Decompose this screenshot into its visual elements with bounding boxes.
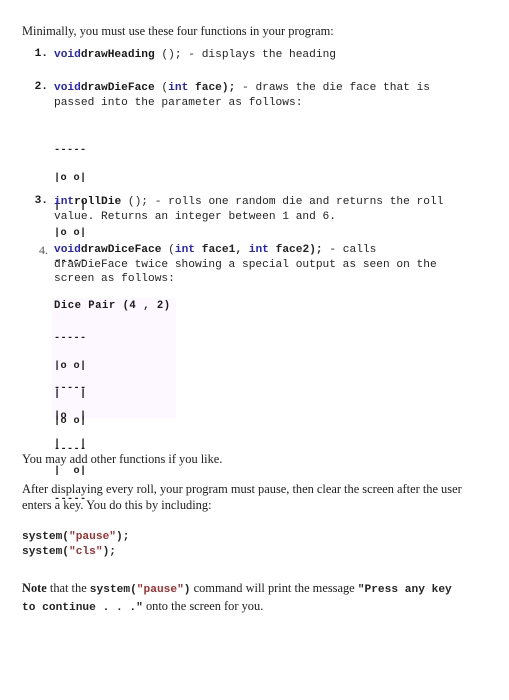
keyword-int-1: int bbox=[174, 244, 196, 256]
code-line-system-pause: system("pause"); bbox=[22, 530, 129, 545]
code-line-system-cls: system("cls"); bbox=[22, 545, 129, 560]
keyword-void: void bbox=[54, 82, 81, 94]
dice-pair-face1-line-1: ----- bbox=[54, 333, 87, 345]
code-system-call-2: system( bbox=[22, 545, 69, 558]
code-string-cls: "cls" bbox=[69, 545, 103, 558]
note-code-end: ) bbox=[183, 584, 191, 596]
function-4-desc-line3: screen as follows: bbox=[54, 273, 175, 285]
code-block: system("pause"); system("cls"); bbox=[22, 530, 129, 559]
keyword-int: int bbox=[54, 196, 75, 208]
list-number-4: 4. bbox=[39, 243, 48, 257]
function-3-signature-line: introllDie (); - rolls one random die an… bbox=[54, 195, 509, 210]
function-2-param-open: ( bbox=[154, 82, 169, 94]
keyword-int-2: int bbox=[248, 244, 269, 256]
note-line-2: to continue . . ." onto the screen for y… bbox=[22, 598, 508, 616]
note-code-string-pause: "pause" bbox=[136, 584, 184, 596]
function-4-signature-line: voiddrawDiceFace (int face1, int face2);… bbox=[54, 243, 509, 258]
function-2-signature-line: voiddrawDieFace (int face); - draws the … bbox=[54, 81, 509, 96]
function-2-desc-line2: passed into the parameter as follows: bbox=[54, 96, 303, 109]
function-1-body: voiddrawHeading (); - displays the headi… bbox=[54, 48, 509, 63]
document-page: Minimally, you must use these four funct… bbox=[0, 0, 509, 700]
function-4-desc-line1: - calls bbox=[322, 244, 377, 256]
dice-pair-face2-line-1: ----- bbox=[54, 383, 87, 395]
note-quote-line-2: to continue . . ." bbox=[22, 601, 143, 614]
function-2-body: voiddrawDieFace (int face); - draws the … bbox=[54, 81, 509, 110]
dice-pair-title: Dice Pair (4 , 2) bbox=[54, 300, 171, 312]
pause-instructions-line-2: enters a key. You do this by including: bbox=[22, 497, 212, 512]
intro-paragraph: Minimally, you must use these four funct… bbox=[22, 24, 334, 38]
function-name-drawdiceface: drawDiceFace bbox=[80, 244, 162, 256]
function-4-param-name: face2); bbox=[268, 244, 323, 256]
pause-instructions-line-1: After displaying every roll, your progra… bbox=[22, 482, 462, 496]
function-1-signature-line: voiddrawHeading (); - displays the headi… bbox=[54, 48, 509, 63]
function-name-drawdieface: drawDieFace bbox=[80, 82, 155, 94]
keyword-void: void bbox=[54, 49, 81, 61]
function-3-signature-rest: (); bbox=[121, 196, 149, 208]
die-sample-line-1: ----- bbox=[54, 145, 87, 157]
function-2-desc-line1: - draws the die face that is bbox=[235, 82, 431, 94]
keyword-void: void bbox=[54, 244, 81, 256]
die-sample-line-4: |o o| bbox=[54, 228, 87, 240]
function-4-body: voiddrawDiceFace (int face1, int face2);… bbox=[54, 243, 509, 287]
function-4-desc-line2: drawDieFace twice showing a special outp… bbox=[54, 258, 437, 271]
keyword-int: int bbox=[168, 82, 189, 94]
dice-pair-face2-line-2: |o | bbox=[54, 411, 87, 423]
code-line-1-end: ); bbox=[116, 531, 130, 543]
code-string-pause: "pause" bbox=[69, 531, 116, 543]
note-text-c: onto the screen for you. bbox=[142, 598, 264, 613]
note-paragraph: Note that the system("pause") command wi… bbox=[22, 580, 508, 615]
list-number-2: 2. bbox=[34, 81, 48, 93]
note-code-system: system( bbox=[89, 584, 137, 596]
function-name-drawheading: drawHeading bbox=[80, 49, 155, 61]
pause-instructions-paragraph: After displaying every roll, your progra… bbox=[22, 482, 508, 513]
function-1-signature-rest: (); bbox=[154, 49, 182, 61]
note-label: Note bbox=[22, 581, 47, 595]
die-sample-line-2: |o o| bbox=[54, 173, 87, 185]
note-line-1: Note that the system("pause") command wi… bbox=[22, 580, 508, 598]
code-system-call-1: system( bbox=[22, 531, 69, 543]
function-2-param-name: face); bbox=[188, 82, 236, 94]
list-number-1: 1. bbox=[34, 48, 48, 60]
note-quote-line-1: "Press any key bbox=[357, 584, 452, 596]
note-text-a: that the bbox=[46, 581, 90, 595]
list-number-3: 3. bbox=[34, 195, 48, 207]
code-line-2-end: ); bbox=[102, 545, 117, 558]
function-3-body: introllDie (); - rolls one random die an… bbox=[54, 195, 509, 224]
function-name-rolldie: rollDie bbox=[74, 196, 122, 208]
dice-pair-face2-line-4: | o| bbox=[54, 466, 87, 478]
other-functions-paragraph: You may add other functions if you like. bbox=[22, 452, 223, 466]
function-4-param-open: ( bbox=[161, 244, 175, 256]
function-3-desc-line2: value. Returns an integer between 1 and … bbox=[54, 210, 336, 223]
note-text-b: command will print the message bbox=[190, 581, 358, 595]
function-1-desc: - displays the heading bbox=[181, 49, 336, 61]
function-3-desc-line1: - rolls one random die and returns the r… bbox=[148, 196, 444, 208]
dice-pair-face2-line-3: | | bbox=[54, 438, 87, 450]
function-4-param-mid: face1, bbox=[195, 244, 249, 256]
